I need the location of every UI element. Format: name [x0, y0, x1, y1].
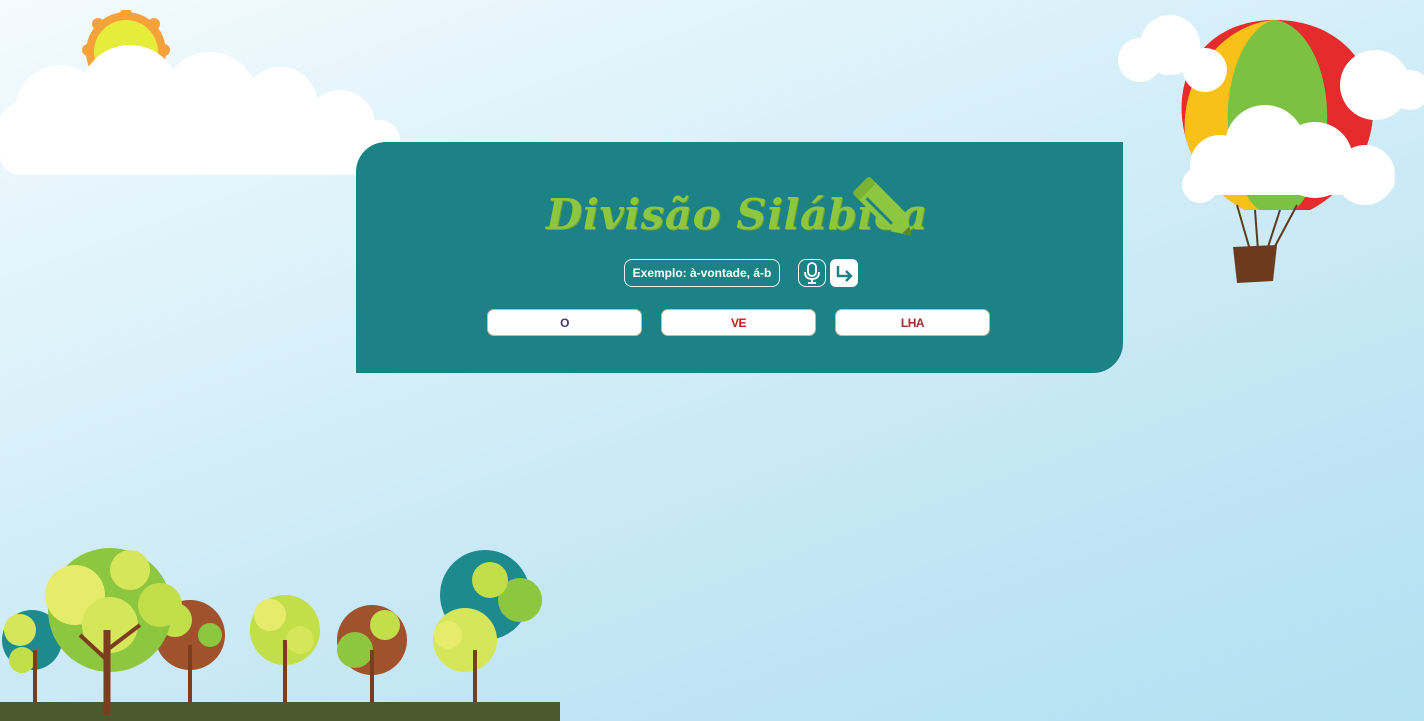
trees-illustration: [0, 548, 560, 721]
syllable-boxes: O VE LHA: [487, 309, 990, 336]
syllable-box: O: [487, 309, 642, 336]
pencil-icon: [853, 177, 912, 236]
microphone-button[interactable]: [798, 259, 826, 287]
word-input[interactable]: [624, 259, 780, 287]
hot-air-balloon-illustration: [1118, 15, 1424, 283]
submit-button[interactable]: [830, 259, 858, 287]
microphone-icon: [804, 262, 820, 284]
cloud-left-illustration: [0, 45, 400, 175]
syllable-box: LHA: [835, 309, 990, 336]
enter-arrow-icon: [836, 266, 853, 282]
title-area: Divisão Silábica: [546, 170, 936, 250]
word-input-row: [624, 257, 858, 289]
main-panel: Divisão Silábica Exemplo: à-vontade, á-b…: [356, 142, 1123, 373]
syllable-box: VE: [661, 309, 816, 336]
